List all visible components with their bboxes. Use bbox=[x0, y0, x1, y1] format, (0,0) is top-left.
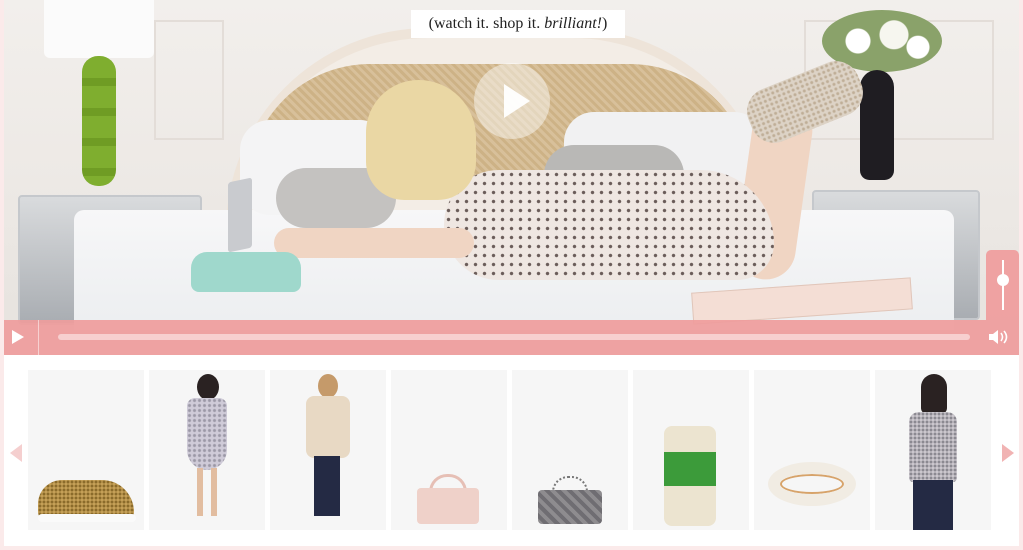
woman-arm bbox=[274, 228, 474, 258]
tagline-suffix: ) bbox=[602, 15, 608, 32]
vase bbox=[860, 70, 894, 180]
model-leg bbox=[211, 468, 217, 516]
model-head bbox=[921, 374, 947, 414]
sequin-dress bbox=[187, 398, 227, 470]
video-shop-widget: (watch it. shop it. brilliant!) bbox=[4, 0, 1019, 546]
rotary-phone bbox=[191, 252, 301, 292]
volume-slider[interactable] bbox=[986, 250, 1019, 320]
sneaker-sole bbox=[38, 514, 136, 522]
model-head bbox=[318, 374, 338, 398]
chevron-right-icon[interactable] bbox=[1002, 444, 1014, 462]
laptop bbox=[228, 177, 252, 253]
lamp-shade bbox=[44, 0, 154, 58]
product-tile-top[interactable] bbox=[875, 370, 991, 530]
chevron-left-icon[interactable] bbox=[10, 444, 22, 462]
product-tile-pink-bag[interactable] bbox=[391, 370, 507, 530]
woman-hair bbox=[366, 80, 476, 200]
product-tile-coat[interactable] bbox=[270, 370, 386, 530]
volume-knob[interactable] bbox=[997, 274, 1009, 286]
model-head bbox=[197, 374, 219, 400]
video-control-bar bbox=[4, 320, 1019, 355]
model-leg bbox=[197, 468, 203, 516]
product-tile-dress[interactable] bbox=[149, 370, 265, 530]
enamel-bangle bbox=[768, 462, 856, 506]
camel-coat bbox=[306, 396, 350, 458]
woman-dress bbox=[444, 170, 774, 280]
sequin-top bbox=[909, 412, 957, 482]
product-tile-sneaker[interactable] bbox=[28, 370, 144, 530]
product-tile-silver-bag[interactable] bbox=[512, 370, 628, 530]
tagline-emphasis: brilliant! bbox=[544, 15, 602, 32]
big-play-button[interactable] bbox=[474, 63, 550, 139]
product-carousel bbox=[4, 370, 1019, 530]
pink-bow-handbag bbox=[417, 488, 479, 524]
product-tile-phone-case[interactable] bbox=[633, 370, 749, 530]
tagline-prefix: (watch it. shop it. bbox=[428, 15, 545, 32]
lamp-base bbox=[82, 56, 116, 186]
speaker-icon[interactable] bbox=[988, 328, 1014, 348]
play-icon[interactable] bbox=[12, 330, 24, 344]
control-divider bbox=[38, 320, 39, 355]
jeans bbox=[913, 480, 953, 530]
tagline: (watch it. shop it. brilliant!) bbox=[411, 10, 625, 38]
silver-quilted-bag bbox=[538, 490, 602, 524]
navy-pants bbox=[314, 456, 340, 516]
wall-molding bbox=[154, 20, 224, 140]
video-player[interactable]: (watch it. shop it. brilliant!) bbox=[4, 0, 1019, 355]
product-tile-bangle[interactable] bbox=[754, 370, 870, 530]
green-band bbox=[664, 452, 716, 486]
progress-bar[interactable] bbox=[58, 334, 970, 340]
